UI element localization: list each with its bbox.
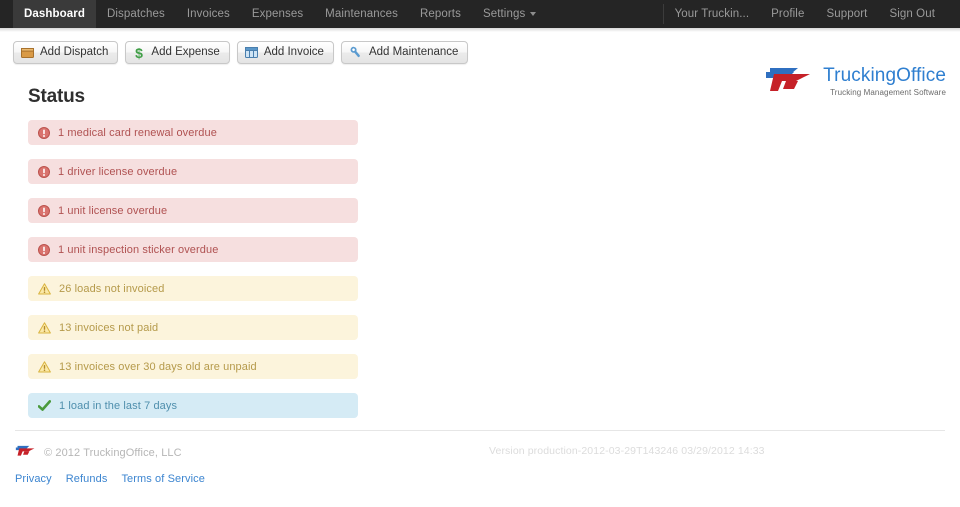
nav-item-dispatches[interactable]: Dispatches: [96, 0, 176, 28]
nav-item-label: Reports: [419, 8, 461, 20]
version-text: Version production-2012-03-29T143246 03/…: [489, 445, 765, 457]
add-invoice-button[interactable]: Add Invoice: [236, 41, 334, 64]
check-icon: [38, 399, 51, 412]
footer-logo-icon: [15, 444, 37, 462]
error-circle-icon: [38, 204, 50, 217]
button-label: Add Maintenance: [368, 45, 459, 58]
toolbar-row: Add Dispatch $ Add Expense Add Invoice Add M…: [0, 28, 960, 97]
nav-item-label: Dispatches: [106, 8, 165, 20]
copyright-line: © 2012 TruckingOffice, LLC: [15, 444, 945, 462]
nav-item-expenses[interactable]: Expenses: [241, 0, 314, 28]
nav-item-maintenances[interactable]: Maintenances: [314, 0, 409, 28]
brand-logo: TruckingOffice Trucking Management Softw…: [764, 64, 946, 99]
error-circle-icon: [38, 126, 50, 139]
copyright-text: © 2012 TruckingOffice, LLC: [44, 447, 182, 459]
status-alert-text: 13 invoices over 30 days old are unpaid: [59, 360, 257, 373]
truckingoffice-logo-icon: [764, 64, 816, 99]
status-alert-error: 1 medical card renewal overdue: [28, 120, 358, 145]
brand-name: TruckingOffice: [823, 65, 946, 86]
brand-text-block: TruckingOffice Trucking Management Softw…: [823, 66, 946, 97]
wrench-icon: [349, 46, 363, 60]
status-alert-error: 1 driver license overdue: [28, 159, 358, 184]
status-alert-error: 1 unit license overdue: [28, 198, 358, 223]
footer-link-privacy[interactable]: Privacy: [15, 473, 52, 485]
status-alert-info: 1 load in the last 7 days: [28, 393, 358, 418]
nav-item-settings[interactable]: Settings: [472, 0, 547, 28]
button-label: Add Invoice: [263, 45, 324, 58]
nav-item-reports[interactable]: Reports: [409, 0, 472, 28]
footer-link-terms-of-service[interactable]: Terms of Service: [121, 473, 205, 485]
nav-item-label: Invoices: [186, 8, 230, 20]
account-nav: Your Truckin... Profile Support Sign Out: [662, 0, 960, 28]
nav-item-label: Expenses: [251, 8, 304, 20]
warning-triangle-icon: [38, 282, 51, 295]
box-icon: [21, 46, 34, 59]
main-content: Status 1 medical card renewal overdue 1 d…: [0, 86, 960, 418]
status-alert-text: 1 load in the last 7 days: [59, 399, 178, 412]
button-label: Add Expense: [151, 45, 220, 58]
nav-item-label: Dashboard: [24, 8, 85, 20]
error-circle-icon: [38, 165, 50, 178]
nav-item-label: Maintenances: [325, 8, 398, 20]
table-icon: [244, 46, 258, 59]
svg-text:$: $: [136, 46, 144, 60]
status-alert-warning: 13 invoices not paid: [28, 315, 358, 340]
status-alert-error: 1 unit inspection sticker overdue: [28, 237, 358, 262]
nav-item-dashboard[interactable]: Dashboard: [13, 0, 96, 28]
add-expense-button[interactable]: $ Add Expense: [125, 41, 230, 64]
status-alert-warning: 13 invoices over 30 days old are unpaid: [28, 354, 358, 379]
add-dispatch-button[interactable]: Add Dispatch: [13, 41, 119, 64]
top-navigation-bar: Dashboard Dispatches Invoices Expenses Maint…: [0, 0, 960, 32]
footer-links: Privacy Refunds Terms of Service: [15, 473, 945, 485]
chevron-down-icon: [530, 12, 537, 16]
status-alert-text: 1 unit inspection sticker overdue: [58, 243, 219, 256]
status-alert-list: 1 medical card renewal overdue 1 driver l…: [28, 120, 358, 418]
page-footer: © 2012 TruckingOffice, LLC Privacy Refund…: [0, 430, 960, 485]
status-alert-text: 26 loads not invoiced: [59, 282, 165, 295]
nav-item-invoices[interactable]: Invoices: [176, 0, 241, 28]
nav-item-label: Settings: [482, 8, 526, 20]
dollar-icon: $: [133, 46, 145, 60]
nav-item-profile[interactable]: Profile: [760, 0, 815, 28]
brand-tagline: Trucking Management Software: [830, 88, 946, 97]
action-toolbar: Add Dispatch $ Add Expense Add Invoice Add M…: [13, 41, 469, 64]
button-label: Add Dispatch: [40, 45, 109, 58]
primary-nav: Dashboard Dispatches Invoices Expenses Maint…: [0, 0, 547, 28]
status-alert-text: 13 invoices not paid: [59, 321, 159, 334]
nav-item-sign-out[interactable]: Sign Out: [878, 0, 946, 28]
add-maintenance-button[interactable]: Add Maintenance: [340, 41, 469, 64]
warning-triangle-icon: [38, 360, 51, 373]
status-alert-text: 1 medical card renewal overdue: [58, 126, 217, 139]
warning-triangle-icon: [38, 321, 51, 334]
nav-item-support[interactable]: Support: [815, 0, 878, 28]
error-circle-icon: [38, 243, 50, 256]
status-alert-warning: 26 loads not invoiced: [28, 276, 358, 301]
status-alert-text: 1 unit license overdue: [58, 204, 168, 217]
nav-item-your-truckin[interactable]: Your Truckin...: [664, 0, 761, 28]
footer-link-refunds[interactable]: Refunds: [66, 473, 108, 485]
status-alert-text: 1 driver license overdue: [58, 165, 178, 178]
